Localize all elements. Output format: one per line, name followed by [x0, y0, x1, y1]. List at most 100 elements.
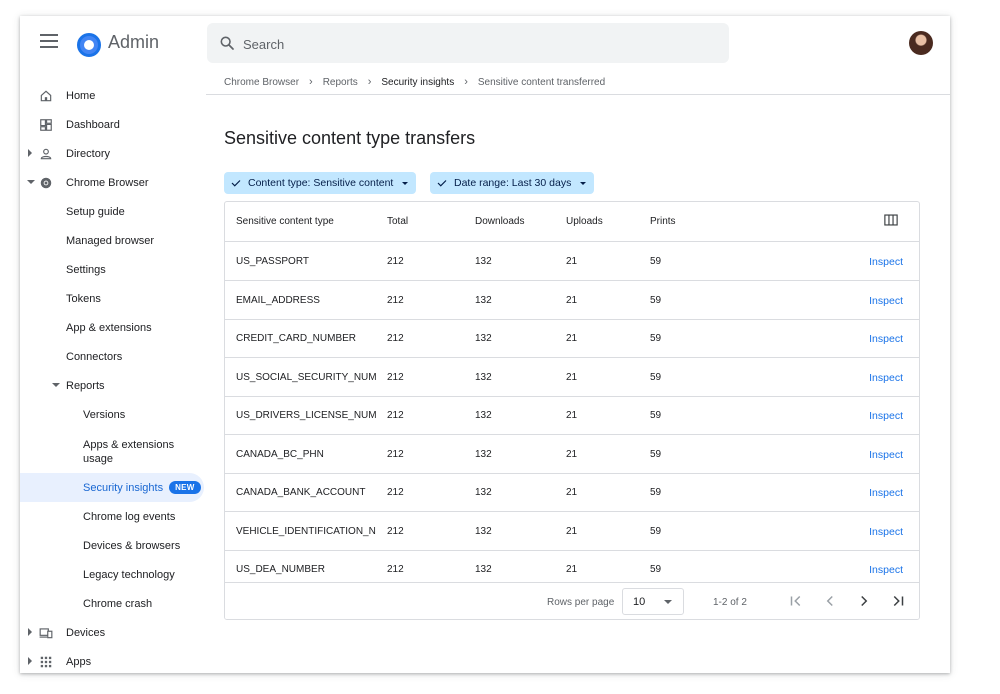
- sidebar-item-label: Home: [66, 89, 96, 102]
- cell-downloads: 132: [475, 564, 492, 575]
- chrome-icon: [40, 177, 52, 189]
- sidebar-item-tokens[interactable]: Tokens: [20, 284, 206, 313]
- sidebar-item-chrome-crash[interactable]: Chrome crash: [20, 589, 206, 618]
- column-header-downloads[interactable]: Downloads: [475, 216, 524, 227]
- cell-downloads: 132: [475, 487, 492, 498]
- sidebar-item-label: App & extensions: [66, 321, 152, 334]
- sidebar-item-label: Tokens: [66, 292, 101, 305]
- cell-total: 212: [387, 256, 404, 267]
- sidebar-item-label: Managed browser: [66, 234, 155, 247]
- chevron-right-icon: ›: [309, 76, 313, 88]
- sidebar-item-label: Chrome Browser: [66, 176, 149, 189]
- sidebar-item-label: Reports: [66, 379, 105, 392]
- collapse-caret-icon[interactable]: [52, 383, 60, 387]
- admin-logo-icon: [77, 33, 101, 57]
- inspect-link[interactable]: Inspect: [869, 295, 903, 307]
- pagination-range: 1-2 of 2: [713, 597, 747, 608]
- sidebar-item-label: Devices: [66, 626, 106, 639]
- previous-page-icon[interactable]: [821, 592, 839, 610]
- sidebar-item-settings[interactable]: Settings: [20, 255, 206, 284]
- cell-prints: 59: [650, 448, 662, 460]
- sidebar-item-chrome-browser[interactable]: Chrome Browser: [20, 168, 206, 197]
- cell-total: 212: [387, 525, 404, 537]
- expand-caret-icon[interactable]: [28, 628, 32, 636]
- filter-chip-content-type[interactable]: Content type: Sensitive content: [224, 172, 417, 194]
- inspect-link[interactable]: Inspect: [869, 564, 903, 576]
- sidebar-item-apps[interactable]: Apps: [20, 647, 206, 673]
- sidebar-item-versions[interactable]: Versions: [20, 400, 206, 429]
- inspect-link[interactable]: Inspect: [869, 410, 903, 422]
- sidebar-item-dashboard[interactable]: Dashboard: [20, 110, 206, 139]
- search-input[interactable]: [241, 23, 715, 65]
- sidebar-item-label: Chrome crash: [83, 597, 153, 610]
- table-row: US_DRIVERS_LICENSE_NUMB 212 132 21 59 Inspect: [225, 396, 919, 435]
- cell-uploads: 21: [566, 294, 578, 306]
- inspect-link[interactable]: Inspect: [869, 256, 903, 268]
- dropdown-arrow-icon: [402, 181, 409, 185]
- sidebar-item-label: Settings: [66, 263, 106, 276]
- sidebar-item-managed-browser[interactable]: Managed browser: [20, 226, 206, 255]
- header-divider: [206, 94, 950, 95]
- rows-per-page-select[interactable]: 10: [622, 588, 684, 615]
- breadcrumb-current-page: Sensitive content transferred: [477, 76, 606, 88]
- account-avatar[interactable]: [909, 31, 933, 55]
- home-icon: [40, 90, 52, 102]
- sidebar-item-legacy-technology[interactable]: Legacy technology: [20, 560, 206, 589]
- cell-downloads: 132: [475, 410, 492, 421]
- inspect-link[interactable]: Inspect: [869, 372, 903, 384]
- breadcrumb-chrome-browser[interactable]: Chrome Browser: [224, 77, 299, 88]
- rows-per-page-label: Rows per page: [547, 597, 615, 608]
- column-header-total[interactable]: Total: [387, 216, 408, 227]
- column-header-content-type[interactable]: Sensitive content type: [236, 216, 334, 227]
- dashboard-icon: [40, 119, 52, 131]
- inspect-link[interactable]: Inspect: [869, 449, 903, 461]
- table-pagination: Rows per page 10 1-2 of 2: [225, 582, 919, 619]
- table-row: VEHICLE_IDENTIFICATION_NU 212 132 21 59 Inspe…: [225, 512, 919, 551]
- sidebar-item-reports[interactable]: Reports: [20, 371, 206, 400]
- sidebar-item-chrome-log-events[interactable]: Chrome log events: [20, 502, 206, 531]
- sidebar-item-home[interactable]: Home: [20, 81, 206, 110]
- cell-uploads: 21: [566, 525, 578, 537]
- columns-icon[interactable]: [884, 214, 898, 226]
- cell-uploads: 21: [566, 333, 578, 344]
- sidebar-item-directory[interactable]: Directory: [20, 139, 206, 168]
- sidebar-item-connectors[interactable]: Connectors: [20, 342, 206, 371]
- main-menu-icon[interactable]: [40, 34, 58, 48]
- breadcrumb-reports[interactable]: Reports: [323, 77, 358, 88]
- cell-uploads: 21: [566, 564, 578, 575]
- person-icon: [40, 148, 52, 160]
- sidebar-item-devices-browsers[interactable]: Devices & browsers: [20, 531, 206, 560]
- column-header-prints[interactable]: Prints: [650, 216, 676, 227]
- breadcrumb-security-insights[interactable]: Security insights: [381, 77, 454, 88]
- sidebar-item-security-insights[interactable]: Security insights NEW: [20, 473, 204, 502]
- cell-total: 212: [387, 487, 404, 498]
- filter-chip-label: Content type: Sensitive content: [248, 177, 394, 189]
- next-page-icon[interactable]: [855, 592, 873, 610]
- sidebar-item-label: Versions: [83, 408, 126, 421]
- expand-caret-icon[interactable]: [28, 657, 32, 665]
- filter-chip-date-range[interactable]: Date range: Last 30 days: [430, 172, 595, 194]
- last-page-icon[interactable]: [889, 592, 907, 610]
- collapse-caret-icon[interactable]: [27, 180, 35, 184]
- sidebar-item-app-extensions[interactable]: App & extensions: [20, 313, 206, 342]
- table-row: CANADA_BC_PHN 212 132 21 59 Inspect: [225, 435, 919, 474]
- cell-total: 212: [387, 410, 404, 421]
- search-bar[interactable]: [207, 23, 729, 65]
- cell-total: 212: [387, 564, 404, 575]
- dropdown-arrow-icon: [664, 600, 672, 604]
- table-row: CREDIT_CARD_NUMBER 212 132 21 59 Inspect: [225, 319, 919, 358]
- sidebar-item-label: Security insights: [83, 482, 164, 494]
- inspect-link[interactable]: Inspect: [869, 487, 903, 499]
- expand-caret-icon[interactable]: [28, 149, 32, 157]
- table-row: US_PASSPORT 212 132 21 59 Inspect: [225, 242, 919, 281]
- sidebar-item-setup-guide[interactable]: Setup guide: [20, 197, 206, 226]
- sidebar-item-apps-extensions-usage[interactable]: Apps & extensions usage: [20, 430, 206, 474]
- devices-icon: [39, 628, 53, 639]
- inspect-link[interactable]: Inspect: [869, 526, 903, 538]
- cell-uploads: 21: [566, 256, 578, 267]
- inspect-link[interactable]: Inspect: [869, 333, 903, 345]
- first-page-icon[interactable]: [787, 592, 805, 610]
- cell-downloads: 132: [475, 294, 492, 306]
- sidebar-item-devices[interactable]: Devices: [20, 618, 206, 647]
- column-header-uploads[interactable]: Uploads: [566, 216, 603, 227]
